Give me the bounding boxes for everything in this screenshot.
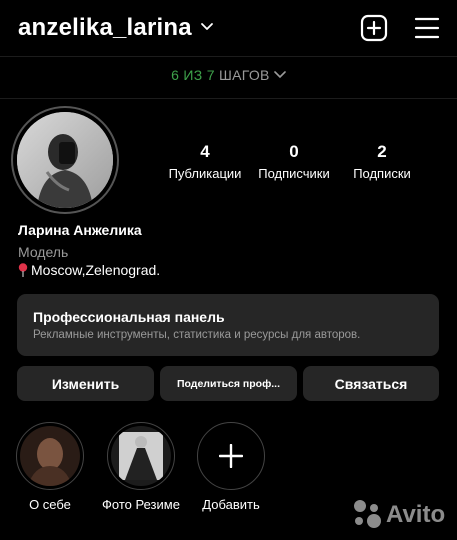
highlight-photo-resume-label: Фото Резиме — [102, 497, 180, 512]
profile-location: Moscow,Zelenograd. — [18, 262, 160, 278]
profile-category: Модель — [18, 244, 69, 260]
highlight-about-image — [19, 425, 80, 486]
menu-icon[interactable] — [413, 14, 441, 42]
plus-icon — [219, 444, 243, 468]
stat-following[interactable]: 2 Подписки — [332, 142, 432, 181]
pin-icon — [18, 263, 28, 277]
highlight-about[interactable] — [16, 422, 84, 490]
contact-button[interactable]: Связаться — [303, 366, 439, 401]
panel-title: Профессиональная панель — [33, 309, 225, 325]
avatar-photo — [17, 112, 113, 208]
highlight-add-label: Добавить — [202, 497, 260, 512]
edit-profile-button[interactable]: Изменить — [17, 366, 154, 401]
profile-steps[interactable]: 6 ИЗ 7 ШАГОВ — [0, 67, 457, 83]
profile-name: Ларина Анжелика — [18, 222, 142, 238]
steps-progress: 6 ИЗ 7 — [171, 67, 215, 83]
professional-dashboard[interactable]: Профессиональная панель Рекламные инстру… — [17, 294, 439, 356]
panel-subtitle: Рекламные инструменты, статистика и ресу… — [33, 329, 361, 341]
location-text: Moscow,Zelenograd. — [31, 262, 161, 278]
avito-text: Avito — [386, 501, 446, 528]
stat-posts[interactable]: 4 Публикации — [155, 142, 255, 181]
chevron-down-icon[interactable] — [200, 20, 214, 34]
highlight-photo-resume[interactable] — [107, 422, 175, 490]
highlight-add[interactable] — [197, 422, 265, 490]
steps-label: ШАГОВ — [218, 67, 270, 83]
avito-logo-icon — [354, 500, 381, 528]
chevron-down-icon — [274, 71, 286, 79]
username-title[interactable]: anzelika_larina — [18, 14, 192, 42]
share-profile-button[interactable]: Поделиться проф... — [160, 366, 297, 401]
highlight-about-label: О себе — [29, 497, 71, 512]
steps-divider — [0, 98, 457, 99]
highlight-photo-resume-image — [110, 425, 171, 486]
header-divider — [0, 56, 457, 57]
avatar[interactable] — [17, 112, 113, 208]
add-post-icon[interactable] — [360, 14, 388, 42]
avito-watermark: Avito — [350, 498, 450, 530]
stat-followers[interactable]: 0 Подписчики — [244, 142, 344, 181]
